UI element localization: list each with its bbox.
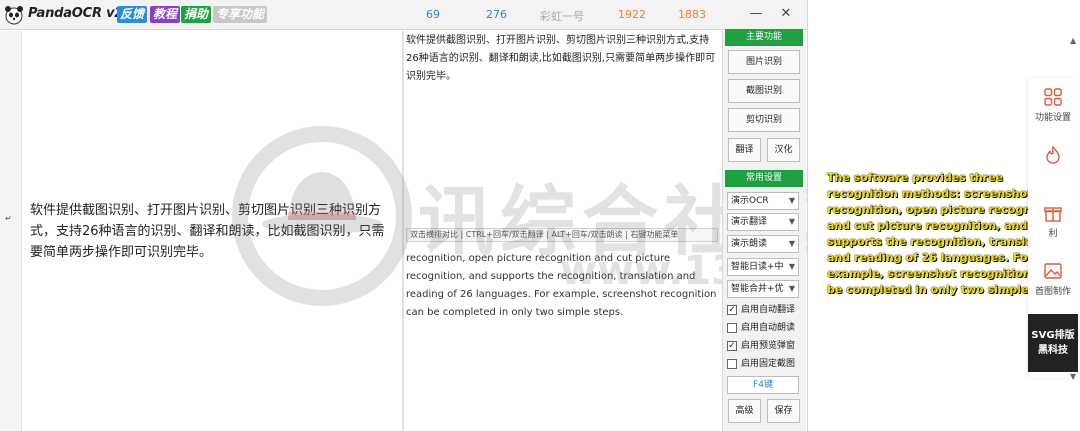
checkbox-label: 启用自动朗读	[741, 323, 796, 333]
flame-icon	[1046, 146, 1060, 164]
scroll-down-icon[interactable]: ▼	[1070, 372, 1076, 381]
advanced-button[interactable]: 高级	[728, 399, 761, 423]
close-button[interactable]: ✕	[776, 4, 796, 24]
badge-line-2: 黑科技	[1038, 345, 1068, 356]
tts-engine-select[interactable]: 演示朗读 ▼	[727, 235, 799, 253]
checkbox-mark	[727, 323, 737, 333]
image-ocr-button[interactable]: 图片识别	[728, 50, 800, 74]
merge-mode-select[interactable]: 智能合并+优 ▼	[727, 280, 799, 298]
tool-label: 功能设置	[1034, 113, 1071, 123]
screenshot-ocr-button[interactable]: 截图识别	[728, 79, 800, 103]
donate-link[interactable]: 捐助	[181, 6, 212, 23]
chevron-down-icon: ▼	[788, 284, 795, 293]
chevron-down-icon: ▼	[788, 196, 795, 205]
image-icon	[1044, 263, 1062, 279]
stat-count-3: 1922	[618, 8, 646, 21]
settings-tool[interactable]: 功能设置	[1028, 88, 1078, 123]
ocr-engine-select[interactable]: 演示OCR ▼	[727, 192, 799, 210]
language-value: 智能日读+中	[731, 262, 784, 272]
gutter-label: ↵	[5, 214, 12, 223]
hot-tool[interactable]	[1028, 146, 1078, 168]
chevron-down-icon: ▼	[788, 262, 795, 271]
ocr-engine-value: 演示OCR	[731, 196, 769, 206]
chevron-down-icon: ▼	[788, 217, 795, 226]
checkbox-mark: ✓	[727, 305, 737, 315]
translate-engine-value: 演示翻译	[731, 217, 768, 227]
gift-tool[interactable]: 利	[1028, 204, 1078, 239]
scroll-up-icon[interactable]: ▲	[1070, 36, 1076, 45]
badge-line-1: SVG排版	[1031, 330, 1075, 341]
ocr-result-text[interactable]: 软件提供截图识别、打开图片识别、剪切图片识别三种识别方式,支持26种语言的识别、…	[406, 32, 720, 86]
stat-count-4: 1883	[678, 8, 706, 21]
chevron-down-icon: ▼	[788, 239, 795, 248]
checkbox-mark: ✓	[727, 341, 737, 351]
stat-count-2: 276	[486, 8, 507, 21]
auto-translate-checkbox[interactable]: ✓ 启用自动翻译	[727, 302, 805, 318]
tool-label: 首图制作	[1034, 287, 1071, 297]
stat-label: 彩虹一号	[540, 10, 584, 23]
chinese-localize-button[interactable]: 汉化	[767, 138, 800, 162]
left-gutter: ↵	[0, 31, 22, 431]
preview-popup-checkbox[interactable]: ✓ 启用预览弹窗	[727, 338, 805, 354]
tutorial-link[interactable]: 教程	[150, 6, 181, 23]
tool-label: 利	[1048, 229, 1058, 239]
common-settings-header: 常用设置	[725, 170, 803, 187]
merge-mode-value: 智能合并+优	[731, 284, 784, 294]
checkbox-label: 启用预览弹窗	[741, 341, 796, 351]
translate-engine-select[interactable]: 演示翻译 ▼	[727, 213, 799, 231]
auto-read-checkbox[interactable]: 启用自动朗读	[727, 320, 805, 336]
stat-count-1: 69	[426, 8, 440, 21]
tts-engine-value: 演示朗读	[731, 239, 768, 249]
translate-button[interactable]: 翻译	[728, 138, 761, 162]
checkbox-mark	[727, 359, 737, 369]
minimize-button[interactable]: —	[746, 4, 766, 24]
clip-ocr-button[interactable]: 剪切识别	[728, 108, 800, 132]
premium-link[interactable]: 专享功能	[213, 6, 268, 23]
checkbox-label: 启用固定截图	[741, 359, 796, 369]
main-functions-header: 主要功能	[725, 29, 803, 46]
hotkey-field[interactable]: F4键	[727, 376, 799, 394]
fixed-screenshot-checkbox[interactable]: 启用固定截图	[727, 356, 805, 372]
grid-icon	[1044, 88, 1062, 106]
gift-icon	[1044, 207, 1062, 222]
svg-layout-badge[interactable]: SVG排版 黑科技	[1028, 314, 1078, 372]
feedback-link[interactable]: 反馈	[117, 6, 148, 23]
cover-tool[interactable]: 首图制作	[1028, 262, 1078, 297]
watermark-hat-icon	[262, 172, 382, 234]
checkbox-label: 启用自动翻译	[741, 305, 796, 315]
language-select[interactable]: 智能日读+中 ▼	[727, 258, 799, 276]
panda-logo-icon	[5, 6, 23, 25]
save-button[interactable]: 保存	[767, 399, 800, 423]
